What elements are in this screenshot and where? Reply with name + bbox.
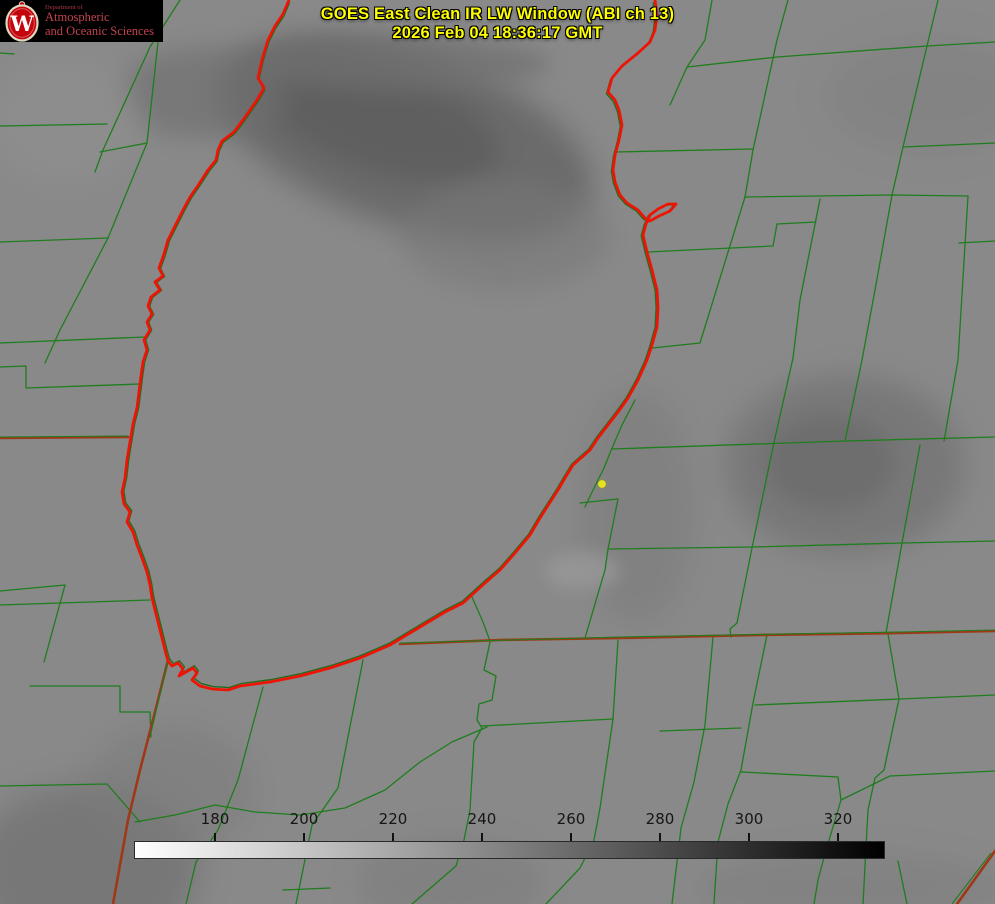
title-line-2: 2026 Feb 04 18:36:17 GMT <box>0 24 995 43</box>
colorbar-gradient <box>134 841 885 859</box>
colorbar-tick-label: 320 <box>824 810 853 828</box>
title-line-1: GOES East Clean IR LW Window (ABI ch 13) <box>0 5 995 24</box>
colorbar-tick <box>481 833 483 841</box>
colorbar-tick <box>392 833 394 841</box>
lake-michigan-shoreline <box>122 0 676 690</box>
colorbar-tick <box>303 833 305 841</box>
satellite-map-view: 180200220240260280300320 W Department of… <box>0 0 995 904</box>
colorbar-tick <box>570 833 572 841</box>
image-title: GOES East Clean IR LW Window (ABI ch 13)… <box>0 5 995 43</box>
colorbar-tick-label: 280 <box>646 810 675 828</box>
colorbar-tick <box>214 833 216 841</box>
colorbar-tick-label: 180 <box>201 810 230 828</box>
colorbar-tick-label: 300 <box>735 810 764 828</box>
colorbar-tick-label: 240 <box>468 810 497 828</box>
colorbar-tick-label: 220 <box>379 810 408 828</box>
colorbar-tick <box>837 833 839 841</box>
colorbar-tick <box>748 833 750 841</box>
county-boundaries <box>0 0 995 904</box>
colorbar-tick <box>659 833 661 841</box>
observation-marker <box>598 480 606 488</box>
colorbar-tick-label: 200 <box>290 810 319 828</box>
map-overlay <box>0 0 995 904</box>
state-boundaries <box>0 436 995 904</box>
colorbar-tick-label: 260 <box>557 810 586 828</box>
